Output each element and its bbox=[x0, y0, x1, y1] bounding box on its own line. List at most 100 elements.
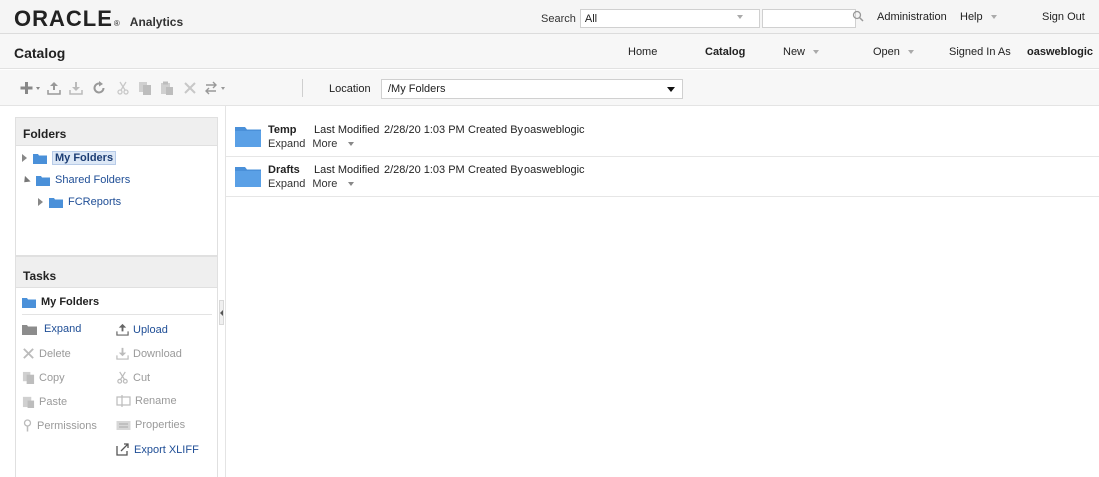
catalog-item[interactable]: Temp Last Modified 2/28/20 1:03 PM Creat… bbox=[226, 117, 1099, 157]
copy-icon bbox=[22, 371, 35, 384]
chevron-down-icon bbox=[348, 182, 355, 187]
cut-icon bbox=[117, 81, 129, 95]
upload-icon[interactable] bbox=[47, 81, 61, 95]
task-label: Upload bbox=[133, 323, 168, 336]
more-menu[interactable]: More bbox=[312, 178, 361, 190]
created-by: oasweblogic bbox=[524, 124, 585, 136]
new-menu[interactable]: New bbox=[783, 46, 820, 58]
created-label: Created By bbox=[468, 164, 524, 176]
left-pane: Folders My Folders Shared Folders FCRepo… bbox=[15, 117, 218, 477]
task-upload[interactable]: Upload bbox=[116, 323, 168, 336]
item-name[interactable]: Drafts bbox=[268, 164, 300, 176]
help-label: Help bbox=[960, 11, 983, 23]
task-rename: Rename bbox=[116, 395, 177, 407]
username-menu[interactable]: oasweblogic bbox=[1027, 46, 1093, 58]
download-icon bbox=[116, 347, 129, 360]
tree-item-fcreports[interactable]: FCReports bbox=[38, 196, 121, 208]
sign-out-link[interactable]: Sign Out bbox=[1042, 11, 1085, 23]
task-copy: Copy bbox=[22, 371, 65, 384]
catalog-toolbar: Location /My Folders bbox=[0, 70, 1099, 106]
location-label: Location bbox=[329, 83, 371, 95]
chevron-down-icon bbox=[348, 142, 355, 147]
chevron-down-icon bbox=[990, 15, 997, 20]
task-label: Paste bbox=[39, 395, 68, 408]
folder-icon bbox=[235, 127, 261, 147]
new-plus-icon[interactable] bbox=[20, 81, 42, 95]
task-download: Download bbox=[116, 347, 182, 360]
search-icon[interactable] bbox=[852, 10, 864, 22]
registered-mark: ® bbox=[113, 19, 120, 28]
expand-link[interactable]: Expand bbox=[268, 178, 305, 190]
task-permissions: Permissions bbox=[22, 419, 97, 432]
modified-label: Last Modified bbox=[314, 124, 380, 136]
folder-icon bbox=[235, 167, 261, 187]
catalog-item[interactable]: Drafts Last Modified 2/28/20 1:03 PM Cre… bbox=[226, 157, 1099, 197]
tasks-context-label: My Folders bbox=[41, 296, 100, 308]
more-menu[interactable]: More bbox=[312, 138, 361, 150]
search-bar: Search All bbox=[541, 9, 856, 28]
modified-date: 2/28/20 1:03 PM bbox=[384, 164, 465, 176]
search-input[interactable] bbox=[761, 9, 856, 28]
task-label: Download bbox=[133, 347, 182, 360]
location-select[interactable]: /My Folders bbox=[381, 79, 683, 99]
oracle-logo: ORACLE bbox=[14, 6, 113, 31]
search-label: Search bbox=[541, 12, 576, 25]
task-label: Cut bbox=[133, 371, 151, 384]
brand: ORACLE ® Analytics bbox=[14, 6, 183, 32]
task-label: Delete bbox=[39, 347, 71, 360]
toolbar-divider bbox=[302, 79, 303, 97]
more-label: More bbox=[312, 178, 338, 190]
download-icon bbox=[69, 82, 83, 95]
expand-arrow-icon[interactable] bbox=[38, 198, 43, 206]
task-label: Properties bbox=[135, 419, 186, 431]
task-delete: Delete bbox=[22, 347, 71, 360]
rename-icon bbox=[116, 395, 131, 407]
tree-item-label: Shared Folders bbox=[55, 174, 131, 186]
help-menu[interactable]: Help bbox=[960, 11, 997, 23]
folder-open-icon bbox=[22, 324, 37, 335]
catalog-link[interactable]: Catalog bbox=[705, 46, 745, 58]
folder-icon bbox=[36, 175, 50, 186]
home-link[interactable]: Home bbox=[628, 46, 657, 58]
tasks-context: My Folders bbox=[22, 296, 99, 308]
task-expand[interactable]: Expand bbox=[22, 323, 81, 335]
collapse-pane-handle[interactable] bbox=[219, 300, 224, 325]
signed-in-label: Signed In As bbox=[949, 46, 1011, 58]
tree-item-label: FCReports bbox=[68, 196, 122, 208]
export-icon bbox=[116, 443, 129, 456]
tree-item-shared-folders[interactable]: Shared Folders bbox=[21, 174, 131, 186]
modified-label: Last Modified bbox=[314, 164, 380, 176]
catalog-list: Temp Last Modified 2/28/20 1:03 PM Creat… bbox=[226, 117, 1099, 197]
tree-item-my-folders[interactable]: My Folders bbox=[22, 151, 117, 165]
search-scope-select[interactable]: All bbox=[579, 9, 760, 28]
folder-icon bbox=[49, 197, 63, 208]
created-by: oasweblogic bbox=[524, 164, 585, 176]
tree-item-label: My Folders bbox=[52, 151, 117, 165]
search-scope-value: All bbox=[584, 12, 598, 25]
delete-icon bbox=[23, 348, 34, 359]
paste-icon bbox=[22, 396, 35, 408]
refresh-icon[interactable] bbox=[92, 81, 106, 95]
global-header: ORACLE ® Analytics Search All Administrat… bbox=[0, 0, 1099, 34]
modified-date: 2/28/20 1:03 PM bbox=[384, 124, 465, 136]
administration-link[interactable]: Administration bbox=[877, 11, 947, 23]
move-arrows-icon[interactable] bbox=[205, 81, 229, 95]
page-header: Catalog Home Catalog New Open Signed In … bbox=[0, 34, 1099, 69]
task-export-xliff[interactable]: Export XLIFF bbox=[116, 443, 199, 456]
task-cut: Cut bbox=[116, 371, 150, 384]
item-name[interactable]: Temp bbox=[268, 124, 297, 136]
task-label: Export XLIFF bbox=[134, 443, 199, 456]
task-label: Rename bbox=[135, 395, 177, 407]
open-menu[interactable]: Open bbox=[873, 46, 914, 58]
collapse-arrow-icon[interactable] bbox=[21, 175, 31, 185]
collapse-arrow-icon bbox=[220, 310, 223, 316]
item-actions: Expand More bbox=[268, 178, 368, 190]
task-label: Permissions bbox=[37, 419, 97, 432]
paste-icon bbox=[161, 81, 173, 95]
expand-arrow-icon[interactable] bbox=[22, 154, 27, 162]
chevron-down-icon bbox=[907, 50, 914, 55]
expand-link[interactable]: Expand bbox=[268, 138, 305, 150]
delete-icon bbox=[184, 82, 196, 94]
task-label: Expand bbox=[44, 323, 82, 335]
folders-panel-title: Folders bbox=[15, 117, 218, 146]
